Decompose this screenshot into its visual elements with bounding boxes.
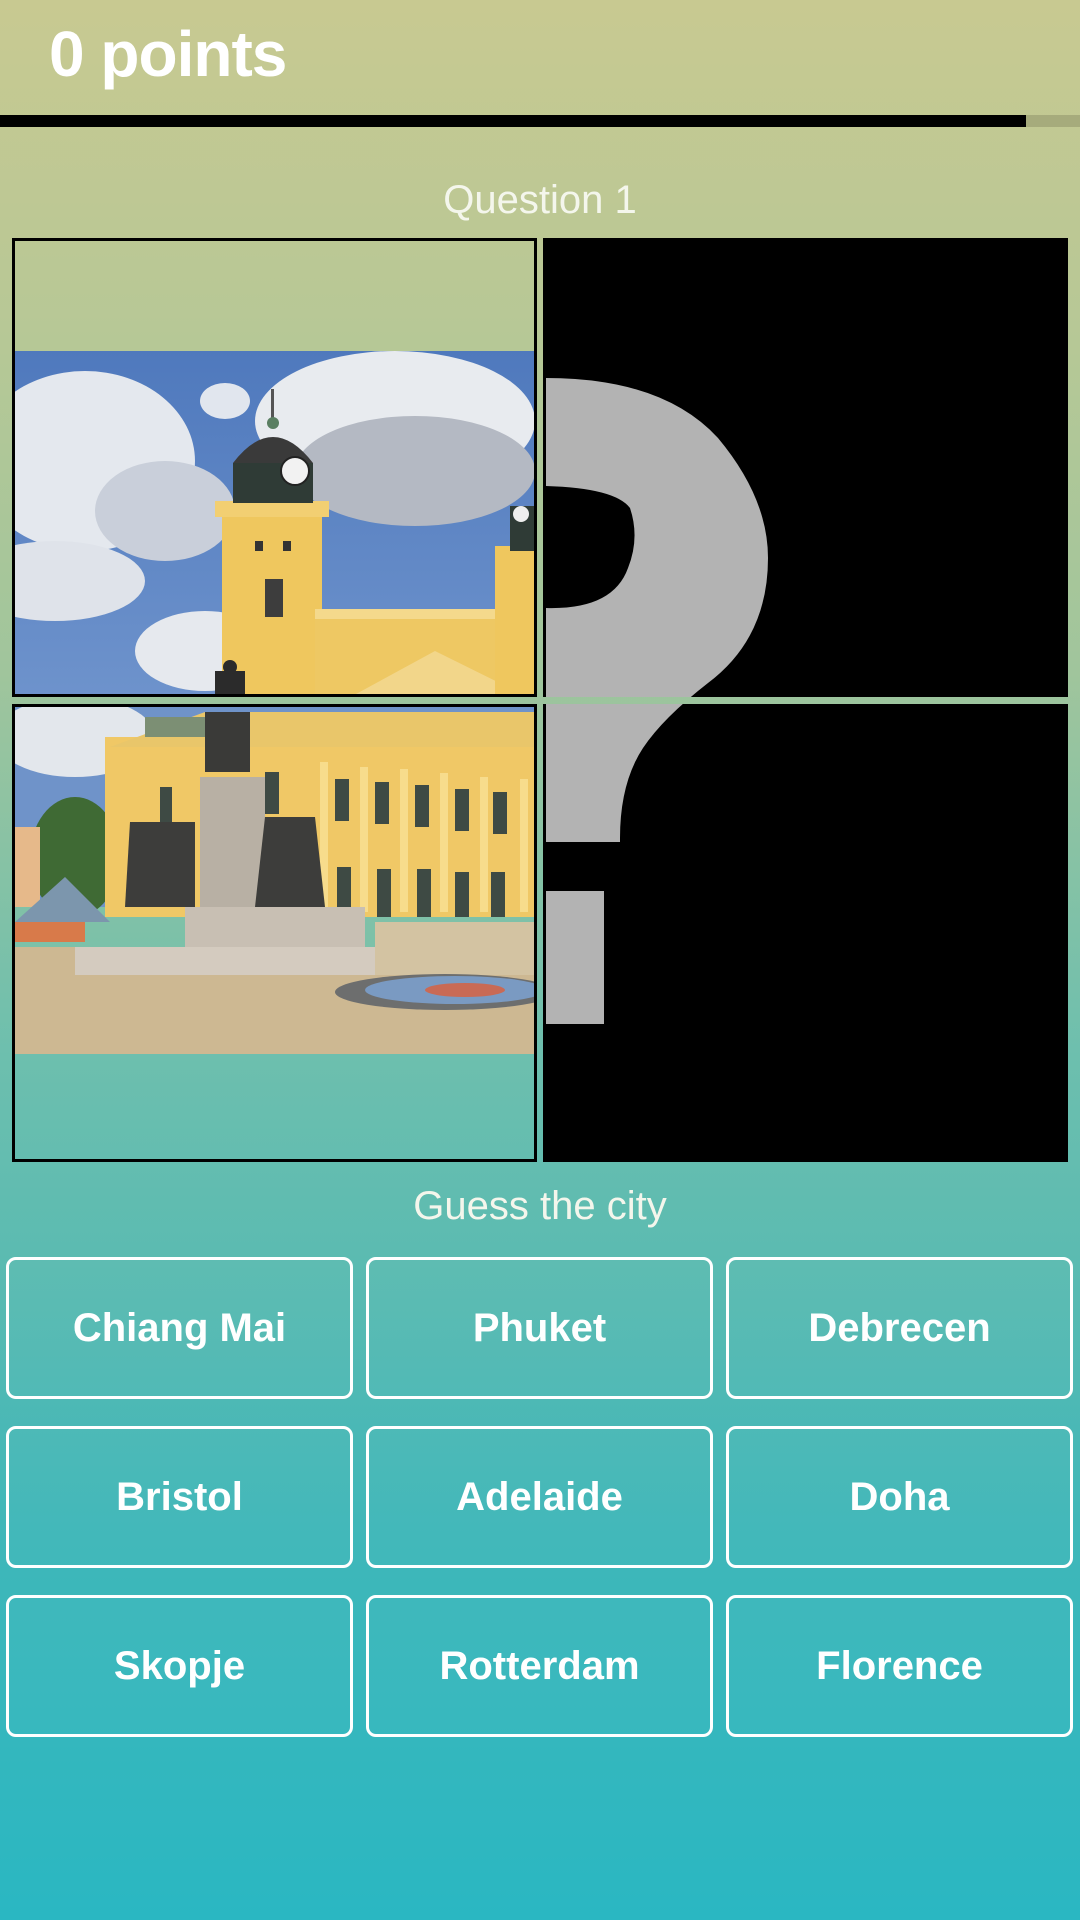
answer-button[interactable]: Skopje xyxy=(6,1595,353,1737)
answer-button[interactable]: Bristol xyxy=(6,1426,353,1568)
answer-button[interactable]: Debrecen xyxy=(726,1257,1073,1399)
answer-button[interactable]: Adelaide xyxy=(366,1426,713,1568)
answer-button[interactable]: Rotterdam xyxy=(366,1595,713,1737)
question-prompt: Guess the city xyxy=(413,1184,667,1228)
answer-grid: Chiang Mai Phuket Debrecen Bristol Adela… xyxy=(6,1257,1074,1737)
image-tile-bottom-right-hidden[interactable] xyxy=(543,704,1068,1162)
image-tile-top-right-hidden[interactable] xyxy=(543,238,1068,697)
score-label: 0 points xyxy=(49,18,287,90)
image-tile-top-left xyxy=(12,238,537,697)
city-photo-top xyxy=(15,351,534,694)
answer-button[interactable]: Phuket xyxy=(366,1257,713,1399)
answer-button[interactable]: Doha xyxy=(726,1426,1073,1568)
question-number: Question 1 xyxy=(443,178,637,222)
timer-progress-bar xyxy=(0,115,1080,127)
answer-button[interactable]: Florence xyxy=(726,1595,1073,1737)
answer-button[interactable]: Chiang Mai xyxy=(6,1257,353,1399)
city-photo-bottom xyxy=(15,707,534,1054)
image-tile-bottom-left xyxy=(12,704,537,1162)
timer-progress-fill xyxy=(0,115,1026,127)
